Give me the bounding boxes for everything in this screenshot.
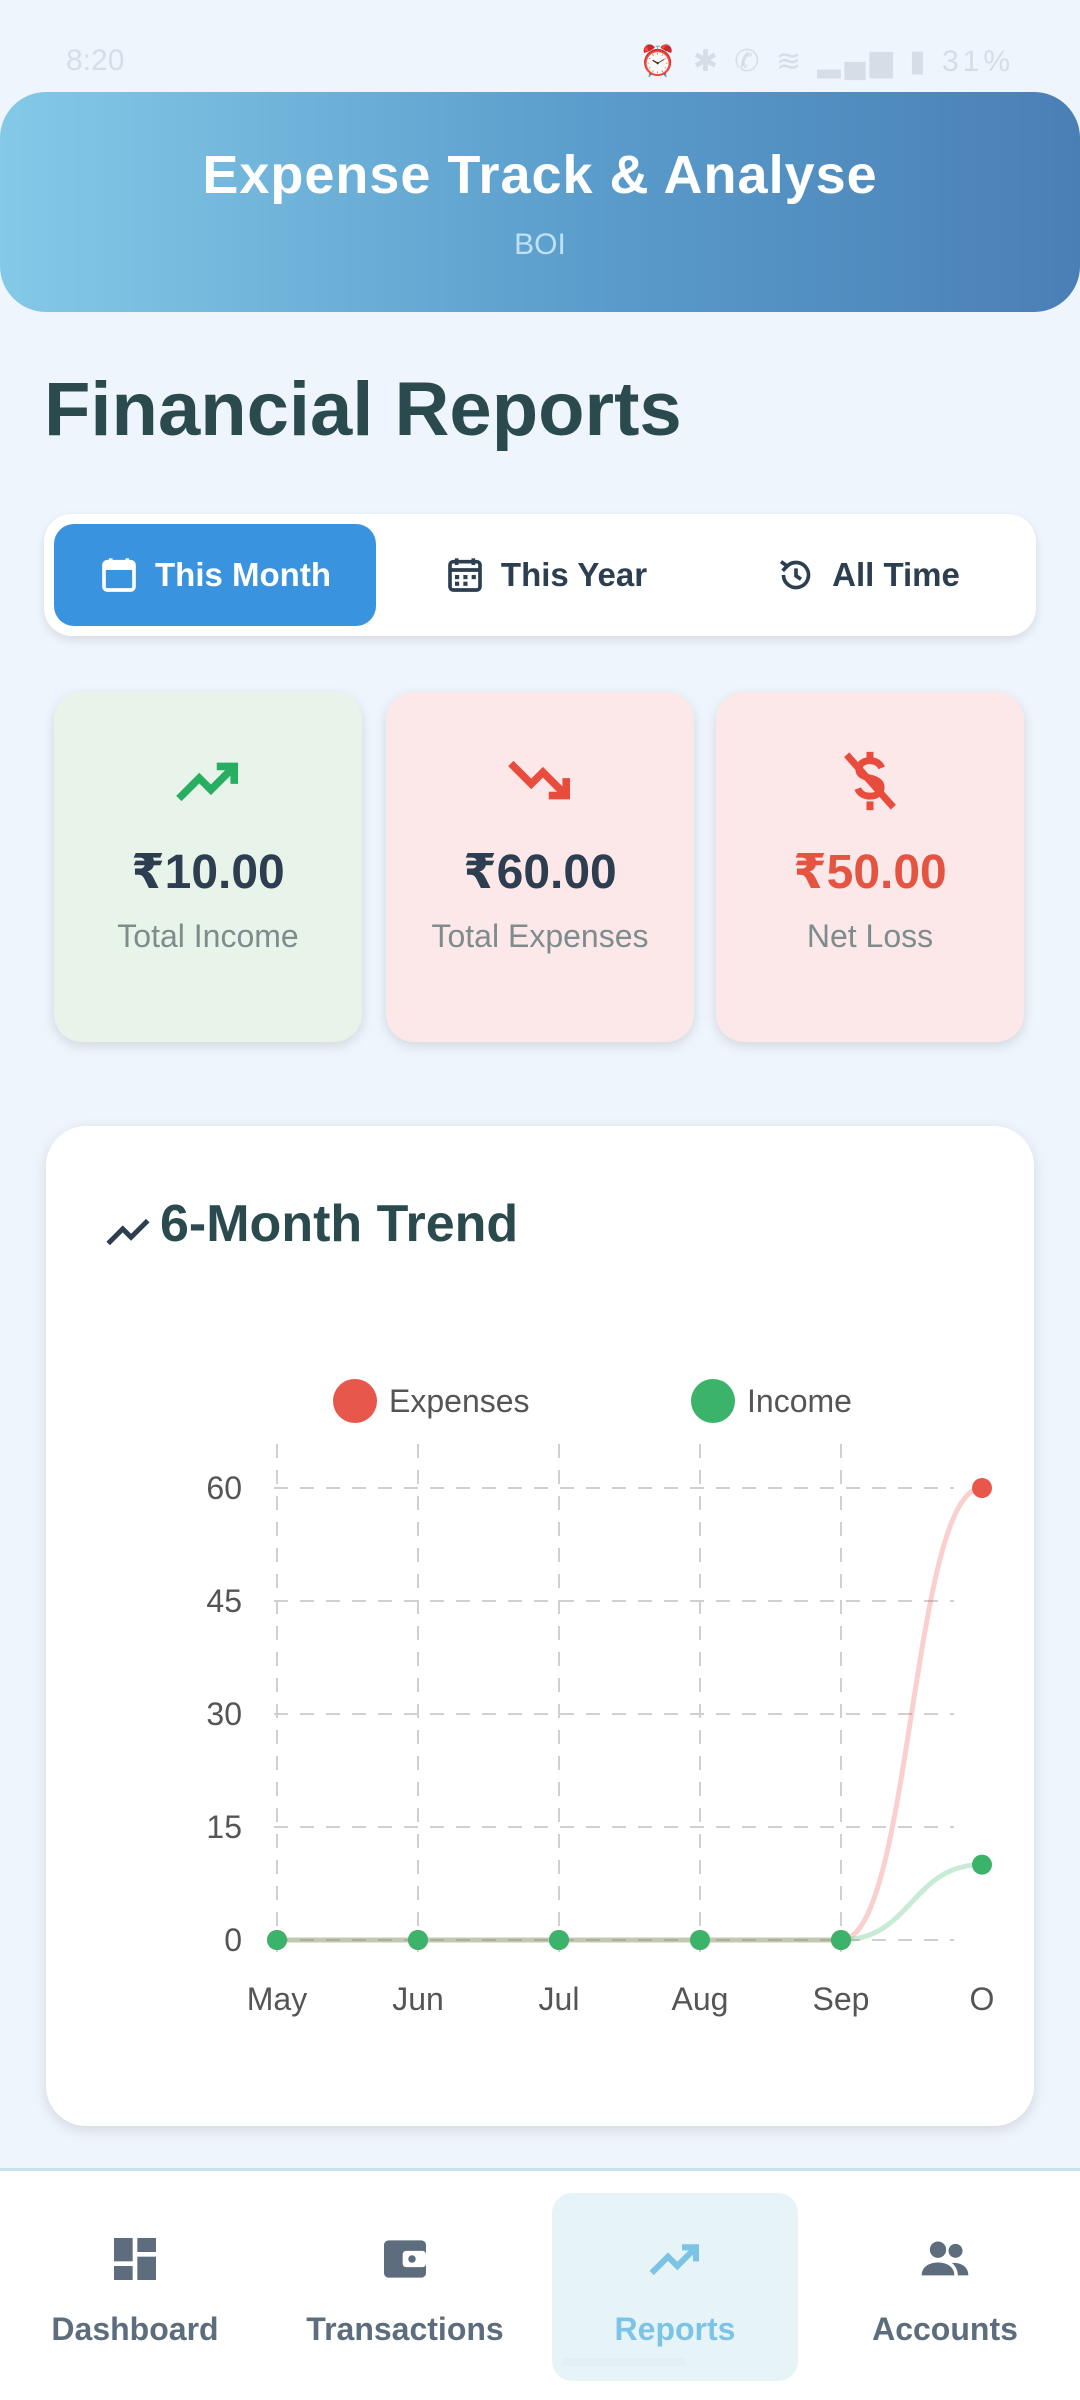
net-card: ₹50.00 Net Loss <box>716 692 1024 1042</box>
x-tick-label: O <box>970 1981 995 2017</box>
wifi-icon: ≋ <box>775 45 805 78</box>
nav-label: Transactions <box>306 2311 504 2347</box>
data-point <box>549 1930 569 1950</box>
calendar-grid-icon <box>448 558 482 592</box>
income-card: ₹10.00 Total Income <box>54 692 362 1042</box>
app-subtitle: BOI <box>514 228 566 261</box>
tab-this-year[interactable]: This Year <box>386 524 706 626</box>
x-tick-label: Sep <box>813 1981 870 2017</box>
legend-marker <box>333 1379 377 1423</box>
tab-label: This Month <box>155 556 331 593</box>
history-icon <box>780 560 811 590</box>
data-point <box>831 1930 851 1950</box>
nav-label: Accounts <box>872 2311 1018 2347</box>
period-selector: This Month This Year All Time <box>44 514 1036 636</box>
legend-marker <box>691 1379 735 1423</box>
nav-label: Dashboard <box>51 2311 219 2347</box>
calendar-icon <box>102 558 136 592</box>
x-tick-label: May <box>247 1981 307 2017</box>
people-icon <box>921 2241 969 2276</box>
money-off-icon <box>844 751 896 811</box>
net-value: ₹50.00 <box>793 846 947 899</box>
status-time: 8:20 <box>66 44 125 77</box>
bluetooth-icon: ✱ <box>692 45 723 78</box>
x-tick-label: Aug <box>672 1981 729 2017</box>
battery-icon: ▮ <box>909 45 930 78</box>
income-value: ₹10.00 <box>131 846 285 899</box>
x-tick-label: Jun <box>392 1981 444 2017</box>
expenses-label: Total Expenses <box>431 918 649 954</box>
battery-percent: 31% <box>941 45 1014 78</box>
tab-this-month[interactable]: This Month <box>54 524 376 626</box>
signal-icon: ▂▄▆ <box>817 45 897 78</box>
call-icon: ✆ <box>734 45 764 78</box>
x-tick-label: Jul <box>539 1981 580 2017</box>
status-icons: ⏰ ✱ ✆ ≋ ▂▄▆ ▮ 31% <box>639 44 1014 79</box>
expenses-value: ₹60.00 <box>463 846 617 899</box>
trend-chart-card: 0 15 30 45 60 May Jun Jul Aug Sep O Expenses Income … <box>46 1126 1034 2126</box>
data-point <box>267 1930 287 1950</box>
data-point <box>690 1930 710 1950</box>
y-tick-label: 45 <box>206 1583 242 1619</box>
trending-down-icon <box>508 760 571 800</box>
tab-label: This Year <box>500 556 648 593</box>
y-tick-label: 15 <box>206 1809 242 1845</box>
chart-title: 6-Month Trend <box>160 1195 519 1253</box>
app-title: Expense Track & Analyse <box>202 145 878 205</box>
trending-up-icon <box>176 762 239 802</box>
wallet-icon <box>384 2240 426 2278</box>
legend-label: Expenses <box>389 1383 530 1419</box>
alarm-icon: ⏰ <box>639 45 681 78</box>
status-bar: 8:20 ⏰ ✱ ✆ ≋ ▂▄▆ ▮ 31% <box>0 0 1080 92</box>
nav-transactions[interactable]: Transactions <box>282 2193 528 2381</box>
trend-line-icon <box>106 1218 150 1246</box>
nav-accounts[interactable]: Accounts <box>822 2193 1068 2381</box>
trend-chart: 0 15 30 45 60 May Jun Jul Aug Sep O Expenses Income <box>206 1379 995 2017</box>
income-label: Total Income <box>117 918 299 954</box>
expenses-card: ₹60.00 Total Expenses <box>386 692 694 1042</box>
home-indicator <box>562 2358 686 2366</box>
nav-reports[interactable]: Reports <box>552 2193 798 2381</box>
bottom-nav: Dashboard Transactions Reports Accounts <box>0 2168 1080 2400</box>
dashboard-icon <box>114 2238 156 2280</box>
tab-all-time[interactable]: All Time <box>708 524 1028 626</box>
nav-label: Reports <box>614 2311 736 2347</box>
y-tick-label: 60 <box>206 1470 242 1506</box>
trending-up-icon <box>649 2244 700 2276</box>
data-point <box>972 1478 992 1498</box>
data-point <box>408 1930 428 1950</box>
legend-label: Income <box>747 1383 852 1419</box>
app-header: Expense Track & Analyse BOI <box>0 92 1080 312</box>
net-label: Net Loss <box>806 918 934 954</box>
series-line <box>276 1862 983 1943</box>
nav-dashboard[interactable]: Dashboard <box>12 2193 258 2381</box>
tab-label: All Time <box>832 556 960 593</box>
page-title: Financial Reports <box>44 367 682 452</box>
y-tick-label: 30 <box>206 1696 242 1732</box>
y-tick-label: 0 <box>224 1922 242 1958</box>
chart-header: 6-Month Trend <box>104 1192 518 1256</box>
data-point <box>972 1854 992 1875</box>
